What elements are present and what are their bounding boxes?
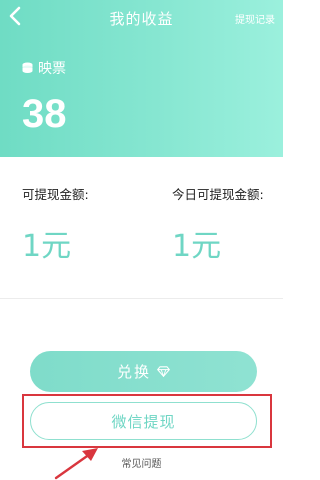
faq-link[interactable]: 常见问题: [0, 455, 283, 470]
today-withdrawable-value: 1元: [172, 229, 222, 264]
arrow-icon: [54, 448, 98, 480]
navigation-bar: 我的收益 提现记录: [0, 0, 283, 34]
ticket-header: 映票: [22, 58, 66, 78]
ticket-label: 映票: [38, 61, 66, 77]
highlight-annotation-box: [22, 394, 272, 448]
today-withdrawable-amount: 今日可提现金额: 1元: [172, 184, 264, 265]
earnings-banner: 我的收益 提现记录 映票 38: [0, 0, 283, 157]
coin-stack-icon: [22, 62, 33, 73]
withdrawable-amount: 可提现金额: 1元: [22, 184, 89, 265]
exchange-button[interactable]: 兑换: [30, 351, 257, 392]
withdrawable-amount-value: 1元: [22, 229, 72, 264]
today-withdrawable-label: 今日可提现金额:: [172, 187, 264, 202]
exchange-button-label: 兑换: [116, 363, 151, 381]
withdrawable-amount-label: 可提现金额:: [22, 187, 89, 202]
ticket-count: 38: [22, 92, 67, 136]
earnings-page: 我的收益 提现记录 映票 38 可提现金额: 1元 今日可提现金额: 1元 兑换: [0, 0, 283, 480]
diamond-icon: [157, 366, 170, 377]
section-divider: [0, 298, 283, 299]
withdraw-history-link[interactable]: 提现记录: [235, 11, 275, 26]
